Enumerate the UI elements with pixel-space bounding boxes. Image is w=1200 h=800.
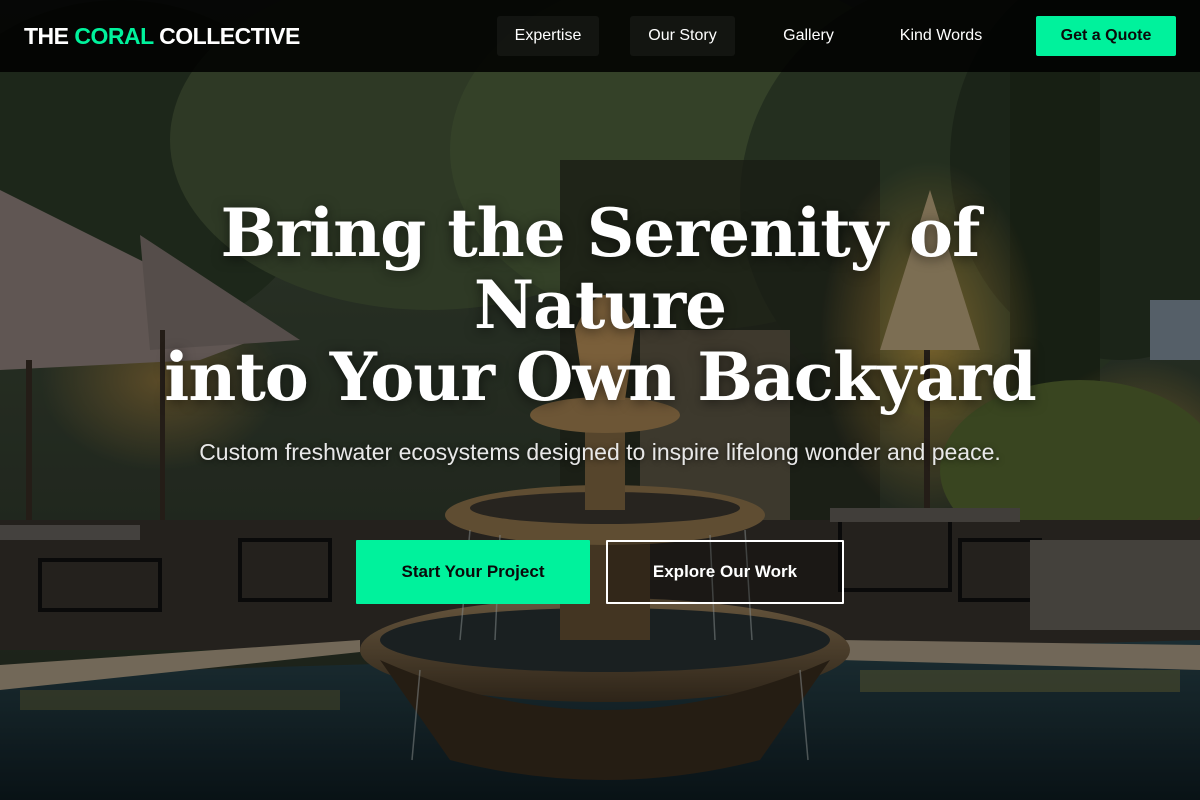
nav-link-kind-words[interactable]: Kind Words <box>882 16 1000 56</box>
nav-link-expertise[interactable]: Expertise <box>497 16 599 56</box>
top-navbar: THE CORAL COLLECTIVE Expertise Our Story… <box>0 0 1200 72</box>
nav-links: Expertise Our Story Gallery Kind Words <box>497 16 1000 56</box>
hero-headline-line-2: Nature <box>473 266 727 344</box>
logo-text-end: COLLECTIVE <box>153 22 300 49</box>
start-your-project-button[interactable]: Start Your Project <box>356 540 590 604</box>
logo-text-start: THE <box>24 22 75 49</box>
hero-headline-line-1: Bring the Serenity of <box>220 194 981 272</box>
get-a-quote-button[interactable]: Get a Quote <box>1036 16 1176 56</box>
brand-logo[interactable]: THE CORAL COLLECTIVE <box>24 23 300 50</box>
hero-subtitle: Custom freshwater ecosystems designed to… <box>199 439 1001 465</box>
nav-link-gallery[interactable]: Gallery <box>766 16 851 56</box>
nav-link-our-story[interactable]: Our Story <box>630 16 735 56</box>
hero-headline-line-3: into Your Own Backyard <box>164 338 1036 416</box>
explore-our-work-button[interactable]: Explore Our Work <box>606 540 844 604</box>
hero-section: THE CORAL COLLECTIVE Expertise Our Story… <box>0 0 1200 800</box>
logo-text-accent: CORAL <box>74 22 154 49</box>
hero-headline: Bring the Serenity of Nature into Your O… <box>100 197 1100 413</box>
